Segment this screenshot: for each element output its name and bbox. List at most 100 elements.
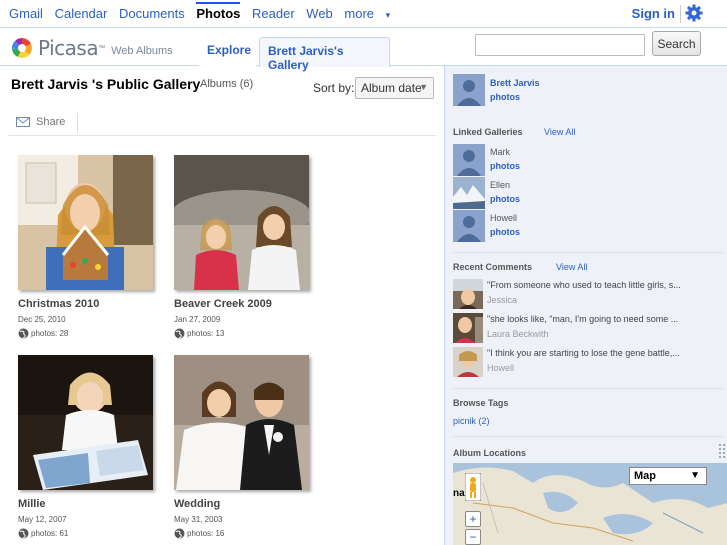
album-thumbnail[interactable] [174, 155, 309, 290]
google-bar: Gmail Calendar Documents Photos Reader W… [0, 0, 727, 28]
comment-thumbnail[interactable] [453, 313, 483, 343]
album-photo-count: photos: 13 [174, 328, 314, 339]
album-cover-image [18, 155, 153, 290]
comment-text[interactable]: "she looks like, "man, I'm going to need… [487, 314, 717, 324]
gbar-link-calendar[interactable]: Calendar [55, 6, 108, 21]
album-photo-count: photos: 16 [174, 528, 314, 539]
photo-count-label: photos: 61 [31, 529, 69, 538]
album-photo-count: photos: 28 [18, 328, 158, 339]
divider [453, 388, 723, 389]
album-name[interactable]: Christmas 2010 [18, 298, 158, 310]
map-place-label: na [453, 488, 465, 499]
comment-author: Jessica [487, 295, 518, 305]
comments-view-all-link[interactable]: View All [556, 262, 587, 272]
app-header: Picasa ™ Web Albums Explore Brett Jarvis'… [0, 29, 727, 72]
globe-icon [174, 328, 185, 339]
sign-in-link[interactable]: Sign in [632, 6, 675, 21]
avatar[interactable] [453, 74, 485, 106]
map-type-label: Map [634, 470, 656, 482]
divider [453, 436, 723, 437]
tab-gallery[interactable]: Brett Jarvis's Gallery [259, 37, 390, 72]
avatar[interactable] [453, 177, 485, 209]
gbar-link-documents[interactable]: Documents [119, 6, 185, 21]
photo-count-label: photos: 13 [187, 329, 225, 338]
album-date: May 31, 2003 [174, 515, 223, 524]
gbar-link-web[interactable]: Web [306, 6, 333, 21]
album-locations-title: Album Locations [453, 448, 527, 458]
tab-explore[interactable]: Explore [199, 37, 256, 67]
album-name[interactable]: Wedding [174, 498, 314, 510]
owner-name-link[interactable]: Brett Jarvis [490, 78, 540, 88]
linked-name: Mark [490, 147, 510, 157]
album-card[interactable]: Beaver Creek 2009 Jan 27, 2009 photos: 1… [174, 155, 314, 339]
photo-count-label: photos: 28 [31, 329, 69, 338]
album-name[interactable]: Beaver Creek 2009 [174, 298, 314, 310]
search-button[interactable]: Search [652, 31, 701, 56]
linked-photos-link[interactable]: photos [490, 227, 520, 237]
comment-author: Laura Beckwith [487, 329, 549, 339]
picasa-logo[interactable]: Picasa ™ Web Albums [10, 36, 173, 60]
divider [680, 5, 681, 23]
album-card[interactable]: Wedding May 31, 2003 photos: 16 [174, 355, 314, 539]
comment-text[interactable]: "From someone who used to teach little g… [487, 280, 717, 290]
avatar[interactable] [453, 144, 485, 176]
album-cover-image [174, 355, 309, 490]
album-thumbnail[interactable] [18, 355, 153, 490]
album-thumbnail[interactable] [174, 355, 309, 490]
divider [77, 113, 78, 133]
recent-comments-title: Recent Comments [453, 262, 533, 272]
search-input[interactable] [475, 34, 645, 56]
gbar-links: Gmail Calendar Documents Photos Reader W… [9, 2, 406, 21]
resize-grip-icon[interactable] [719, 444, 725, 458]
gbar-link-more[interactable]: more ▾ [344, 6, 398, 21]
gbar-link-photos[interactable]: Photos [196, 2, 241, 21]
album-name[interactable]: Millie [18, 498, 158, 510]
album-cover-image [174, 155, 309, 290]
album-card[interactable]: Christmas 2010 Dec 25, 2010 photos: 28 [18, 155, 158, 339]
linked-photos-link[interactable]: photos [490, 161, 520, 171]
gbar-link-gmail[interactable]: Gmail [9, 6, 43, 21]
share-label: Share [36, 116, 66, 128]
album-photo-count: photos: 61 [18, 528, 158, 539]
linked-name: Howell [490, 213, 518, 223]
share-button[interactable]: Share [16, 116, 65, 128]
album-date: May 12, 2007 [18, 515, 67, 524]
logo-trademark: ™ [98, 44, 106, 52]
owner-photos-link[interactable]: photos [490, 92, 520, 102]
comment-thumbnail[interactable] [453, 347, 483, 377]
linked-name: Ellen [490, 180, 511, 190]
tag-link[interactable]: picnik (2) [453, 416, 490, 426]
page-title: Brett Jarvis 's Public Gallery [11, 76, 201, 92]
gbar-link-reader[interactable]: Reader [252, 6, 295, 21]
linked-galleries-title: Linked Galleries [453, 127, 523, 137]
album-date: Dec 25, 2010 [18, 315, 66, 324]
album-card[interactable]: Millie May 12, 2007 photos: 61 [18, 355, 158, 539]
album-count: Albums (6) [200, 78, 254, 90]
gbar-more-label: more [344, 6, 375, 21]
picasa-pinwheel-icon [11, 38, 32, 58]
zoom-in-button[interactable]: + [465, 511, 481, 527]
sidebar: Brett Jarvis photos Linked Galleries Vie… [444, 66, 727, 545]
globe-icon [18, 328, 29, 339]
logo-subtitle: Web Albums [111, 45, 173, 57]
divider [8, 135, 436, 136]
globe-icon [174, 528, 185, 539]
avatar[interactable] [453, 210, 485, 242]
linked-view-all-link[interactable]: View All [544, 127, 575, 137]
sort-label: Sort by: [313, 81, 355, 95]
linked-photos-link[interactable]: photos [490, 194, 520, 204]
sort-value: Album date [361, 81, 422, 95]
pegman-icon[interactable] [465, 473, 481, 501]
gear-icon[interactable] [685, 4, 703, 22]
album-locations-map[interactable]: na + − Map ▼ [453, 463, 727, 545]
chevron-down-icon: ▾ [385, 10, 391, 20]
browse-tags-title: Browse Tags [453, 398, 509, 408]
comment-author: Howell [487, 363, 515, 373]
sort-select[interactable]: Album date ▼ [355, 77, 434, 99]
map-type-select[interactable]: Map ▼ [629, 467, 707, 485]
comment-text[interactable]: "I think you are starting to lose the ge… [487, 348, 717, 358]
photo-count-label: photos: 16 [187, 529, 225, 538]
zoom-out-button[interactable]: − [465, 529, 481, 545]
comment-thumbnail[interactable] [453, 279, 483, 309]
album-thumbnail[interactable] [18, 155, 153, 290]
